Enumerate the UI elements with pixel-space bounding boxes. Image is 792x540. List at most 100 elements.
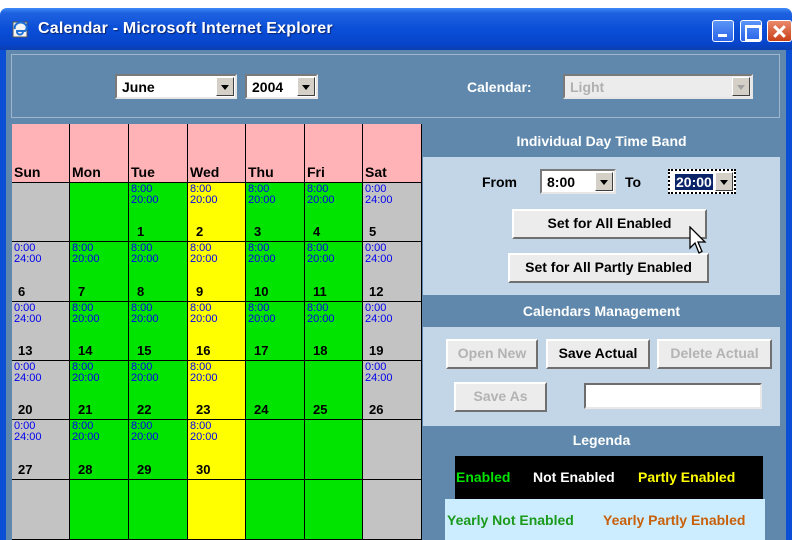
day-cell[interactable]: [70, 480, 129, 540]
time-band-text: 0:00 24:00: [365, 243, 393, 265]
day-cell[interactable]: [363, 420, 422, 480]
calendar-name-input[interactable]: [584, 383, 762, 409]
day-cell[interactable]: 8:00 20:00 9: [188, 242, 246, 302]
day-cell[interactable]: [70, 183, 129, 242]
band-end: 20:00: [190, 313, 218, 325]
set-all-partly-enabled-button[interactable]: Set for All Partly Enabled: [508, 253, 709, 283]
day-cell[interactable]: 8:00 20:00 8: [129, 242, 188, 302]
month-value: June: [122, 79, 155, 95]
set-all-enabled-button[interactable]: Set for All Enabled: [512, 209, 707, 239]
day-cell[interactable]: 8:00 20:00 22: [129, 361, 188, 420]
day-number: 21: [78, 402, 93, 417]
month-select[interactable]: June: [115, 74, 237, 99]
chevron-down-icon[interactable]: [732, 77, 750, 96]
chevron-down-icon[interactable]: [216, 77, 234, 96]
day-header-mon: Mon: [70, 124, 129, 183]
to-time-select[interactable]: 20:00: [668, 169, 736, 194]
day-number: 27: [18, 462, 33, 477]
day-cell[interactable]: 8:00 20:00 14: [70, 302, 129, 361]
day-cell[interactable]: 0:00 24:00 26: [363, 361, 422, 420]
year-value: 2004: [252, 79, 284, 95]
calendar-label: Calendar:: [467, 79, 532, 95]
day-cell[interactable]: 0:00 24:00 6: [12, 242, 70, 302]
day-number: 3: [254, 224, 262, 239]
day-number: 2: [196, 224, 204, 239]
day-cell[interactable]: 0:00 24:00 5: [363, 183, 422, 242]
legend-partly-enabled: Partly Enabled: [638, 469, 736, 485]
minimize-icon[interactable]: [712, 20, 734, 42]
save-as-button[interactable]: Save As: [454, 382, 547, 412]
day-cell[interactable]: 8:00 20:00 7: [70, 242, 129, 302]
band-end: 20:00: [72, 313, 100, 325]
day-cell[interactable]: [363, 480, 422, 540]
legend-yearly-partly-enabled: Yearly Partly Enabled: [603, 512, 746, 528]
band-end: 20:00: [248, 253, 276, 265]
day-cell[interactable]: 8:00 20:00 10: [246, 242, 305, 302]
day-cell[interactable]: 8:00 20:00 18: [305, 302, 363, 361]
mouse-cursor-icon: [689, 226, 707, 254]
day-number: 1: [137, 224, 145, 239]
day-cell[interactable]: 8:00 20:00 16: [188, 302, 246, 361]
day-cell[interactable]: [246, 420, 305, 480]
save-actual-button[interactable]: Save Actual: [546, 339, 650, 369]
day-cell[interactable]: 8:00 20:00 29: [129, 420, 188, 480]
day-number: 18: [313, 343, 328, 358]
band-end: 20:00: [190, 372, 218, 384]
year-select[interactable]: 2004: [245, 74, 318, 99]
day-cell[interactable]: 8:00 20:00 15: [129, 302, 188, 361]
day-number: 8: [137, 284, 145, 299]
day-cell[interactable]: 8:00 20:00 30: [188, 420, 246, 480]
day-cell[interactable]: [305, 480, 363, 540]
chevron-down-icon[interactable]: [595, 172, 613, 191]
day-header-label: Mon: [72, 164, 101, 180]
day-cell[interactable]: [305, 420, 363, 480]
day-cell[interactable]: 0:00 24:00 27: [12, 420, 70, 480]
day-cell[interactable]: 0:00 24:00 12: [363, 242, 422, 302]
time-band-text: 8:00 20:00: [72, 421, 100, 443]
day-cell[interactable]: 8:00 20:00 4: [305, 183, 363, 242]
day-cell[interactable]: 8:00 20:00 23: [188, 361, 246, 420]
day-cell[interactable]: [129, 480, 188, 540]
maximize-icon[interactable]: [740, 20, 762, 42]
day-cell[interactable]: 0:00 24:00 13: [12, 302, 70, 361]
day-cell[interactable]: 8:00 20:00 1: [129, 183, 188, 242]
day-header-fri: Fri: [305, 124, 363, 183]
day-cell[interactable]: [188, 480, 246, 540]
close-icon[interactable]: [767, 20, 792, 42]
window-titlebar[interactable]: Calendar - Microsoft Internet Explorer: [0, 8, 792, 50]
day-cell[interactable]: 0:00 24:00 19: [363, 302, 422, 361]
calendar-select[interactable]: Light: [563, 74, 753, 99]
day-cell[interactable]: 25: [305, 361, 363, 420]
day-cell[interactable]: 8:00 20:00 21: [70, 361, 129, 420]
day-number: 12: [369, 284, 384, 299]
chevron-down-icon[interactable]: [297, 77, 315, 96]
day-cell[interactable]: 8:00 20:00 28: [70, 420, 129, 480]
day-number: 22: [137, 402, 152, 417]
calendar-grid: Sun Mon Tue Wed Thu Fri Sat 8:00 20:00 1 8:00 20:00…: [12, 124, 422, 540]
from-time-select[interactable]: 8:00: [540, 169, 616, 194]
day-cell[interactable]: 8:00 20:00 2: [188, 183, 246, 242]
band-end: 20:00: [72, 431, 100, 443]
band-end: 24:00: [365, 253, 393, 265]
day-cell[interactable]: 24: [246, 361, 305, 420]
time-band-text: 8:00 20:00: [307, 243, 335, 265]
band-end: 24:00: [14, 253, 42, 265]
day-number: 28: [78, 462, 93, 477]
day-cell[interactable]: 8:00 20:00 11: [305, 242, 363, 302]
band-end: 20:00: [307, 253, 335, 265]
day-cell[interactable]: [12, 183, 70, 242]
open-new-button[interactable]: Open New: [446, 339, 538, 369]
time-band-text: 0:00 24:00: [14, 362, 42, 384]
day-number: 5: [369, 224, 377, 239]
from-label: From: [482, 174, 517, 190]
delete-actual-button[interactable]: Delete Actual: [657, 339, 772, 369]
day-number: 16: [196, 343, 211, 358]
day-cell[interactable]: 8:00 20:00 17: [246, 302, 305, 361]
day-cell[interactable]: 8:00 20:00 3: [246, 183, 305, 242]
day-cell[interactable]: [246, 480, 305, 540]
day-cell[interactable]: 0:00 24:00 20: [12, 361, 70, 420]
time-band-text: 8:00 20:00: [72, 243, 100, 265]
day-cell[interactable]: [12, 480, 70, 540]
legend-title: Legenda: [423, 426, 780, 454]
chevron-down-icon[interactable]: [715, 172, 733, 191]
